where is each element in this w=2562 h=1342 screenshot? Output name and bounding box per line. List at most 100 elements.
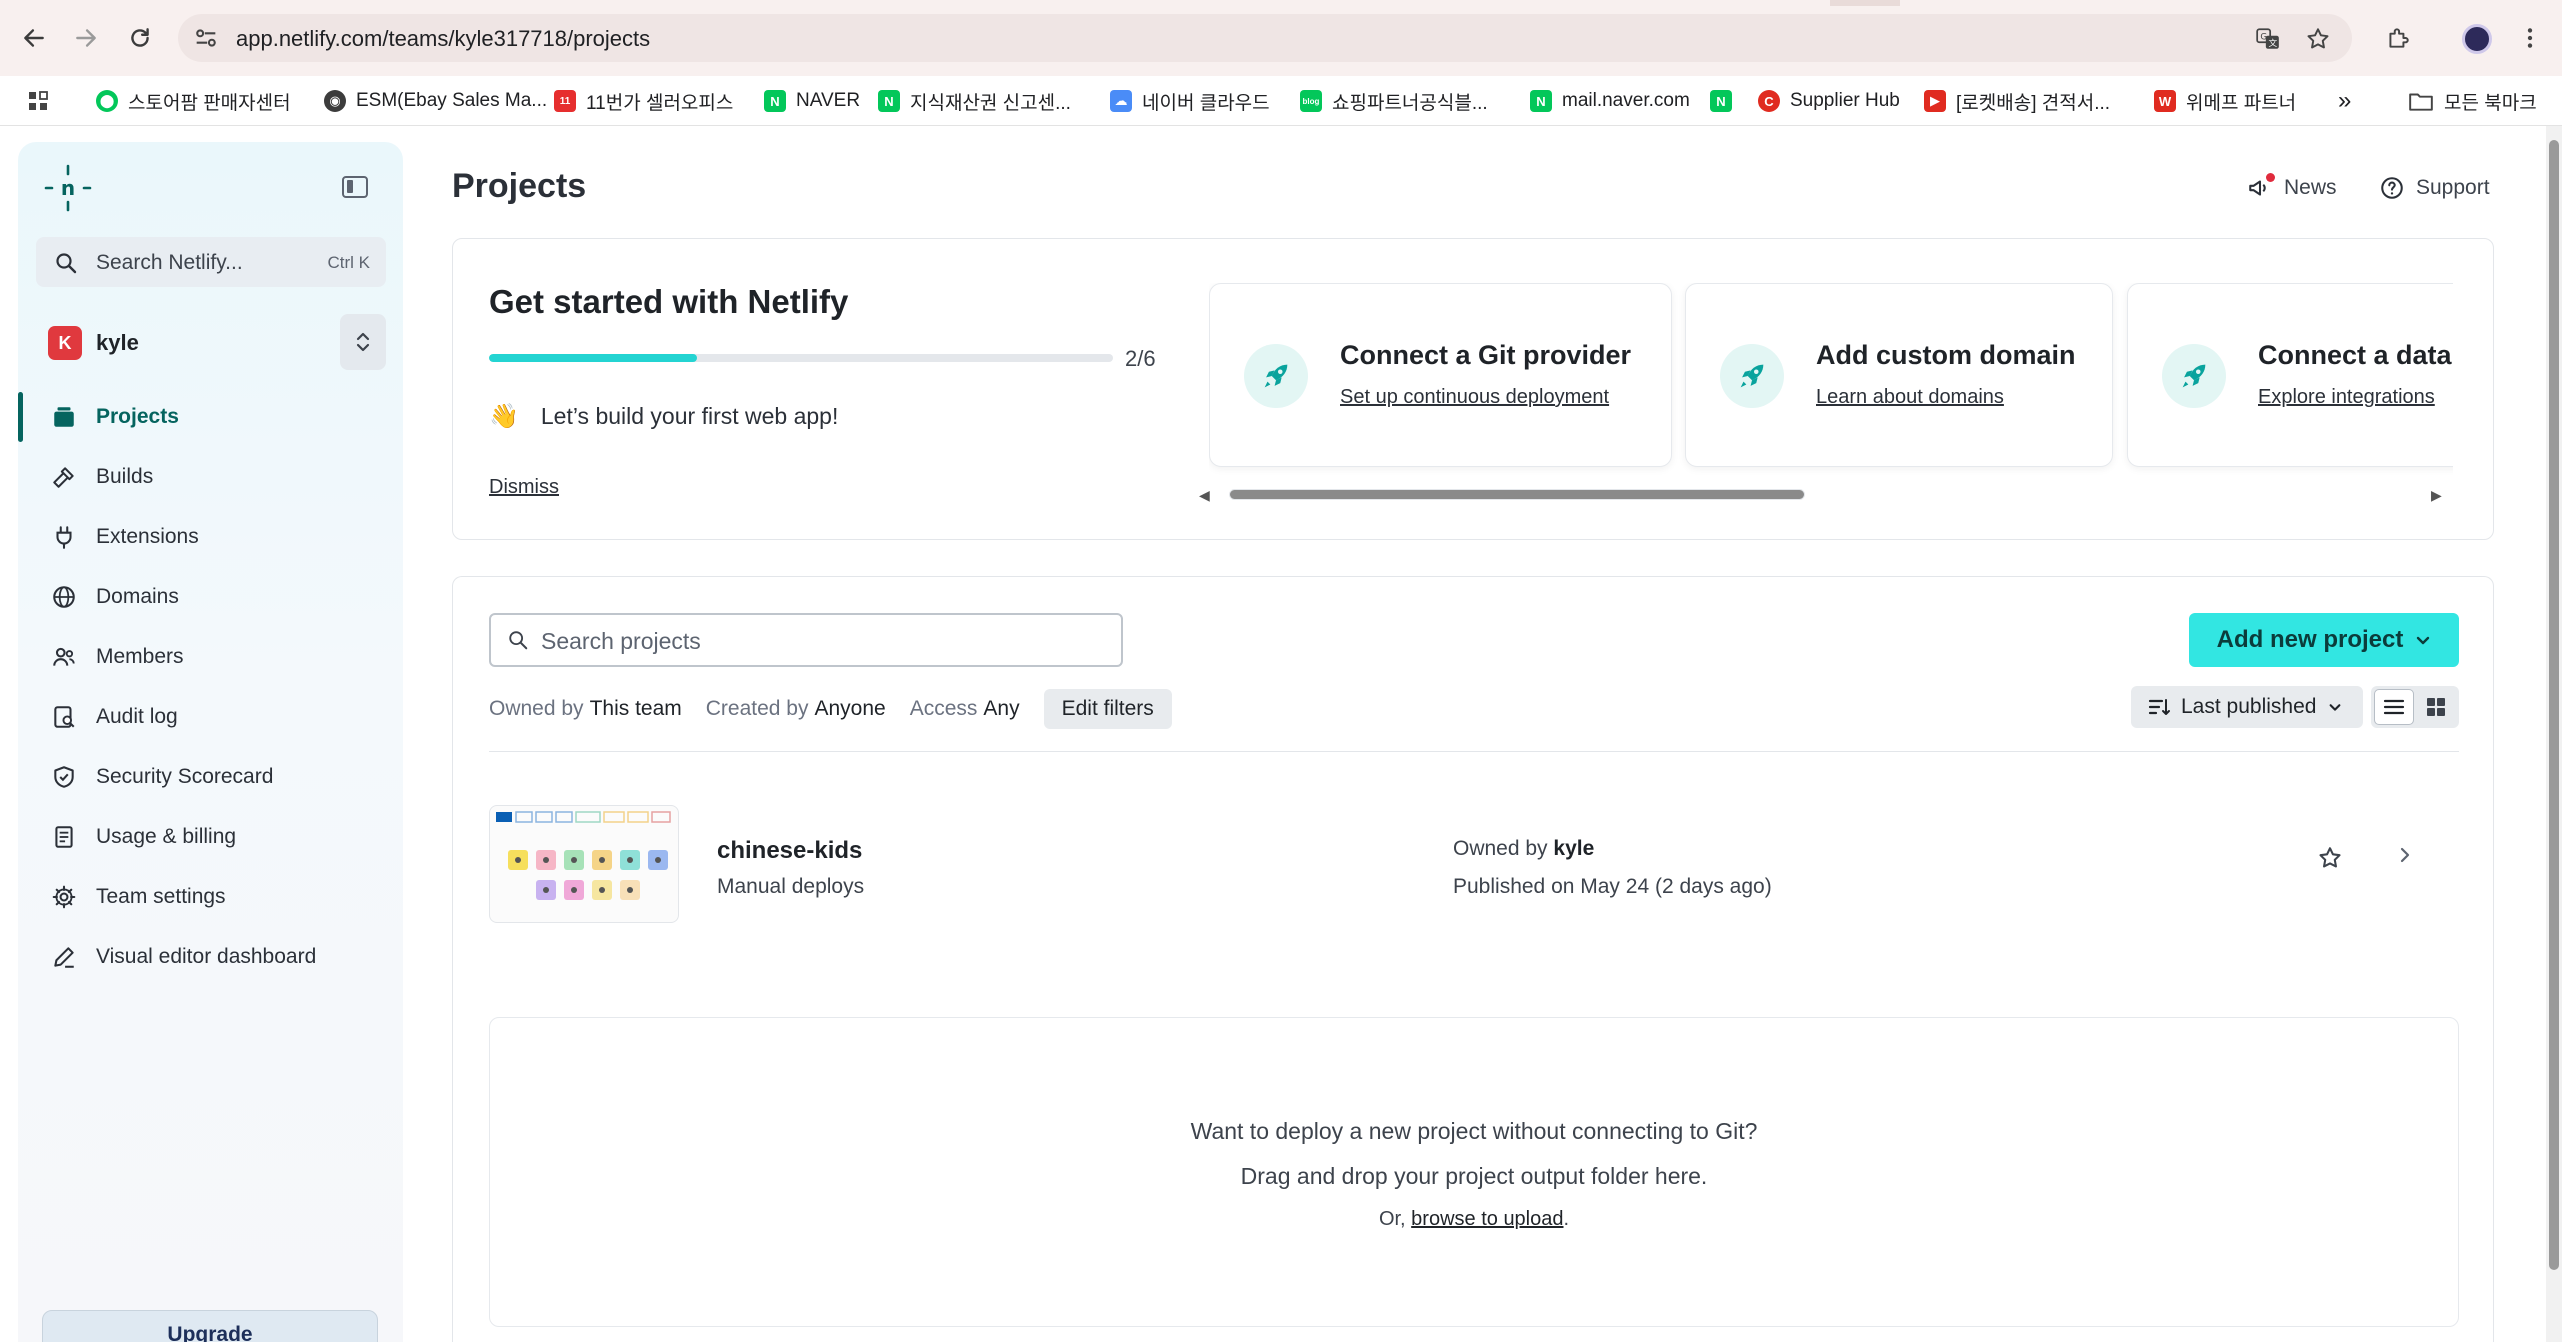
11st-icon: 11 <box>554 90 576 112</box>
favorite-star-icon[interactable] <box>2317 845 2343 871</box>
bookmark-item[interactable]: ☁ 네이버 클라우드 <box>1110 88 1270 114</box>
bookmark-label: NAVER <box>796 90 861 111</box>
scroll-right-arrow-icon[interactable]: ▶ <box>2431 487 2442 504</box>
naver-icon: N <box>1530 90 1552 112</box>
sidebar-item-projects[interactable]: Projects <box>18 392 386 442</box>
list-icon <box>2383 699 2405 715</box>
page-scrollbar-thumb[interactable] <box>2549 140 2559 1270</box>
project-thumbnail[interactable] <box>489 805 679 923</box>
bookmark-label: 스토어팜 판매자센터 <box>128 92 291 114</box>
members-icon <box>48 641 80 673</box>
translate-icon[interactable]: G文 <box>2254 25 2282 53</box>
project-row[interactable]: chinese-kids Manual deploys Owned by kyl… <box>489 805 2459 925</box>
bookmark-item[interactable]: N NAVER <box>764 88 860 114</box>
search-icon <box>509 631 528 650</box>
sidebar-item-visual-editor[interactable]: Visual editor dashboard <box>36 932 386 982</box>
scroll-left-arrow-icon[interactable]: ◀ <box>1199 487 1210 504</box>
sidebar-item-label: Visual editor dashboard <box>96 945 317 968</box>
bookmark-item[interactable]: W 위메프 파트너 <box>2154 88 2296 114</box>
sidebar-search[interactable]: Search Netlify... Ctrl K <box>36 237 386 287</box>
page-scrollbar[interactable] <box>2546 126 2562 1342</box>
sidebar-item-security-scorecard[interactable]: Security Scorecard <box>36 752 386 802</box>
naver-icon: N <box>878 90 900 112</box>
page-title: Projects <box>452 167 587 205</box>
bookmark-item[interactable]: blog 쇼핑파트너공식블... <box>1300 88 1488 114</box>
sidebar-item-audit-log[interactable]: Audit log <box>36 692 386 742</box>
bookmark-item[interactable]: Nmail.naver.com <box>1530 88 1690 114</box>
team-switcher[interactable]: K kyle <box>36 314 386 370</box>
back-button[interactable] <box>16 20 52 56</box>
project-name[interactable]: chinese-kids <box>717 837 862 865</box>
site-settings-icon[interactable] <box>192 24 220 52</box>
bookmark-item[interactable]: 11 11번가 셀러오피스 <box>554 88 733 114</box>
news-link[interactable]: News <box>2246 172 2337 204</box>
coupang-icon: C <box>1758 90 1780 112</box>
bookmark-label: 쇼핑파트너공식블... <box>1332 92 1488 114</box>
netlify-logo[interactable]: n <box>42 162 94 214</box>
more-bookmarks-button[interactable]: » <box>2338 87 2351 114</box>
dismiss-link[interactable]: Dismiss <box>489 476 559 499</box>
address-bar[interactable]: app.netlify.com/teams/kyle317718/project… <box>178 14 2352 62</box>
sidebar-collapse-button[interactable] <box>342 176 368 198</box>
onboarding-steps-carousel[interactable]: Connect a Git provider Set up continuous… <box>1209 283 2453 483</box>
reload-button[interactable] <box>122 20 158 56</box>
sidebar-item-label: Usage & billing <box>96 825 237 848</box>
bookmark-item[interactable]: C Supplier Hub <box>1758 88 1900 114</box>
chevron-right-icon[interactable] <box>2395 845 2415 865</box>
sort-dropdown[interactable]: Last published <box>2131 686 2363 728</box>
drag-drop-zone[interactable]: Want to deploy a new project without con… <box>489 1017 2459 1327</box>
scrollbar-thumb[interactable] <box>1229 489 1805 500</box>
tab-strip <box>1830 0 1900 6</box>
reload-icon <box>131 28 149 47</box>
apps-grid-icon[interactable] <box>26 88 50 114</box>
bookmark-item[interactable]: ▶ [로켓배송] 견적서... <box>1924 88 2110 114</box>
edit-filters-button[interactable]: Edit filters <box>1043 689 1172 729</box>
grid-view-button[interactable] <box>2416 689 2456 725</box>
created-by-filter[interactable]: Anyone <box>815 697 886 721</box>
wemakeprice-icon: W <box>2154 90 2176 112</box>
url-text[interactable]: app.netlify.com/teams/kyle317718/project… <box>236 26 650 52</box>
forward-button[interactable] <box>68 20 104 56</box>
step-card-domain[interactable]: Add custom domain Learn about domains <box>1685 283 2113 467</box>
step-link[interactable]: Explore integrations <box>2258 386 2435 409</box>
step-link[interactable]: Learn about domains <box>1816 386 2004 409</box>
get-started-title: Get started with Netlify <box>489 283 849 320</box>
step-card-git[interactable]: Connect a Git provider Set up continuous… <box>1209 283 1672 467</box>
sidebar-search-label: Search Netlify... <box>96 251 243 274</box>
team-switch-button[interactable] <box>340 314 386 370</box>
sidebar-item-domains[interactable]: Domains <box>36 572 386 622</box>
add-new-project-label: Add new project <box>2216 626 2404 653</box>
browser-menu-button[interactable] <box>2512 20 2548 56</box>
all-bookmarks-folder[interactable]: 모든 북마크 <box>2408 88 2537 114</box>
bookmark-star-icon[interactable] <box>2304 25 2332 53</box>
sidebar-item-label: Builds <box>96 465 154 488</box>
sidebar-item-members[interactable]: Members <box>36 632 386 682</box>
sidebar-item-usage-billing[interactable]: Usage & billing <box>36 812 386 862</box>
step-card-data[interactable]: Connect a data Explore integrations <box>2127 283 2453 467</box>
bookmark-item[interactable]: ◉ ESM(Ebay Sales Ma... <box>324 88 547 114</box>
upgrade-button[interactable]: Upgrade <box>42 1310 378 1342</box>
carousel-scrollbar[interactable]: ◀ ▶ <box>1199 485 2443 505</box>
profile-avatar[interactable] <box>2462 24 2492 54</box>
owned-by-filter[interactable]: This team <box>590 697 682 721</box>
search-projects-field[interactable] <box>489 613 1123 667</box>
created-by-label: Created by <box>705 697 809 720</box>
support-link[interactable]: Support <box>2378 172 2490 204</box>
browse-to-upload-link[interactable]: browse to upload <box>1411 1208 1563 1230</box>
search-projects-input[interactable] <box>541 625 1101 657</box>
bookmark-item[interactable]: N <box>1710 88 1742 114</box>
bookmark-item[interactable]: ⬤ 스토어팜 판매자센터 <box>96 88 291 114</box>
step-link[interactable]: Set up continuous deployment <box>1340 386 1609 409</box>
progress-fill <box>489 354 697 362</box>
sidebar-item-extensions[interactable]: Extensions <box>36 512 386 562</box>
sidebar-item-builds[interactable]: Builds <box>36 452 386 502</box>
waving-hand-icon: 👋 <box>489 403 519 430</box>
access-filter[interactable]: Any <box>983 697 1019 721</box>
sidebar-item-team-settings[interactable]: Team settings <box>36 872 386 922</box>
search-icon <box>56 253 77 274</box>
sidebar: n Search Netlify... Ctrl K K kyle Projec… <box>18 142 403 1342</box>
bookmark-item[interactable]: N 지식재산권 신고센... <box>878 88 1071 114</box>
add-new-project-button[interactable]: Add new project <box>2189 613 2459 667</box>
extensions-button[interactable] <box>2380 20 2416 56</box>
list-view-button[interactable] <box>2374 689 2414 725</box>
